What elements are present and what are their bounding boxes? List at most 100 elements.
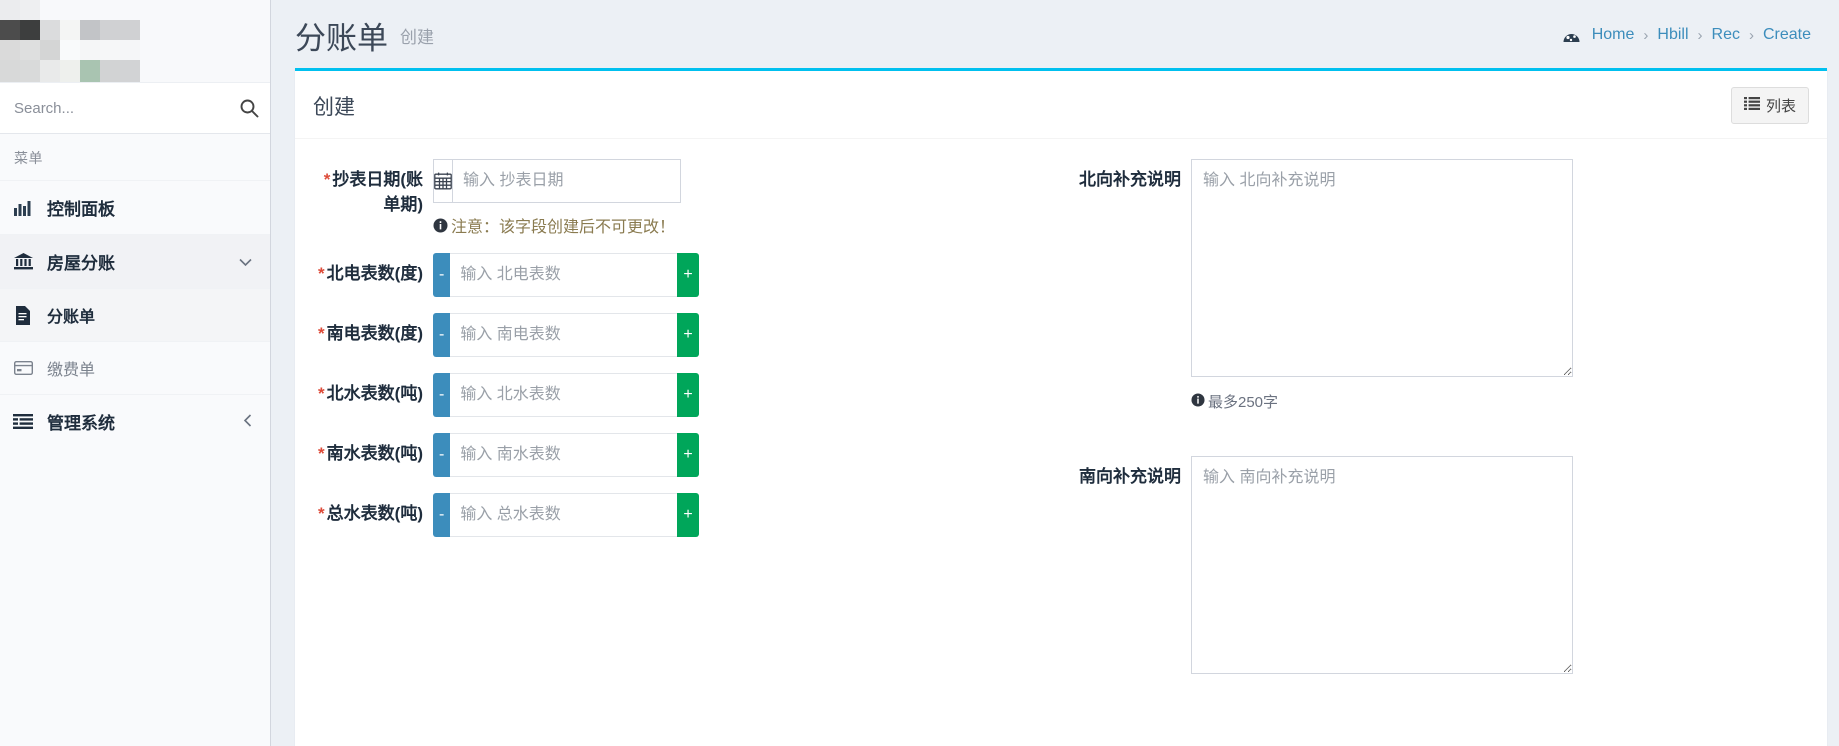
- breadcrumb-separator: ›: [1643, 26, 1649, 44]
- main-content: 分账单 创建 Home › Hbill › Rec › Create 创建 列表…: [271, 0, 1839, 746]
- sidebar-item-label: 控制面板: [47, 200, 115, 219]
- breadcrumb-item-hbill[interactable]: Hbill: [1657, 26, 1688, 44]
- form-row-meter-date: * 抄表日期(账单期) 输入 抄表日期 注意：该字段创建后不可更改！: [313, 159, 1051, 237]
- chart-bar-icon: [12, 200, 34, 216]
- form-label-north-remark: 北向补充说明: [1071, 159, 1191, 412]
- form-field-total-water: - +: [433, 493, 1051, 537]
- form-row-south-water: *南水表数(吨) - +: [313, 433, 1051, 477]
- south-remark-textarea[interactable]: [1191, 456, 1573, 674]
- decrement-button[interactable]: -: [433, 253, 451, 297]
- form-label-south-water: * 南水表数(吨): [313, 433, 433, 477]
- label-text: 抄表日期(账单期): [332, 170, 423, 214]
- form-row-north-electric: *北电表数(度) - +: [313, 253, 1051, 297]
- form-label-south-electric: * 南电表数(度): [313, 313, 433, 357]
- north-water-stepper[interactable]: - +: [433, 373, 699, 417]
- sidebar-item-label: 管理系统: [47, 414, 115, 433]
- chevron-left-icon: [243, 413, 252, 430]
- breadcrumb-item-create[interactable]: Create: [1763, 26, 1811, 44]
- list-button-label: 列表: [1765, 98, 1796, 115]
- credit-card-icon: [12, 361, 34, 375]
- label-text: 北向补充说明: [1079, 170, 1181, 189]
- dashboard-icon: [1563, 28, 1580, 43]
- north-remark-note: 最多250字: [1191, 391, 1809, 412]
- required-marker: *: [318, 384, 325, 403]
- info-circle-icon: [1191, 392, 1205, 411]
- north-electric-input[interactable]: [450, 253, 678, 297]
- form-label-south-remark: 南向补充说明: [1071, 456, 1191, 679]
- blurred-logo-mosaic: [0, 0, 140, 82]
- form-row-south-electric: *南电表数(度) - +: [313, 313, 1051, 357]
- south-electric-input[interactable]: [450, 313, 678, 357]
- date-input-group[interactable]: [433, 159, 681, 203]
- sidebar-item-split-bill[interactable]: 分账单: [0, 288, 270, 341]
- sidebar-nav: 控制面板 房屋分账 分账单 缴费单 管理系统: [0, 180, 270, 448]
- increment-button[interactable]: +: [677, 433, 699, 477]
- decrement-button[interactable]: -: [433, 373, 451, 417]
- label-text: 总水表数(吨): [326, 504, 423, 523]
- create-card: 创建 列表 * 抄表日期(账单期) 输入 抄表日期 注意：该字段创建后不可更改！…: [295, 68, 1827, 746]
- label-text: 北水表数(吨): [326, 384, 423, 403]
- north-remark-note-text: 最多250字: [1208, 394, 1279, 411]
- form-field-north-electric: - +: [433, 253, 1051, 297]
- content-header: 分账单 创建 Home › Hbill › Rec › Create: [271, 0, 1839, 68]
- south-water-input[interactable]: [450, 433, 678, 477]
- sidebar-menu-heading: 菜单: [14, 150, 43, 166]
- south-water-stepper[interactable]: - +: [433, 433, 699, 477]
- list-icon: [1743, 97, 1760, 114]
- meter-date-input[interactable]: [452, 159, 681, 203]
- sidebar-item-house-billing[interactable]: 房屋分账: [0, 234, 270, 288]
- increment-button[interactable]: +: [677, 313, 699, 357]
- list-alt-icon: [12, 414, 34, 429]
- sidebar-item-payment-bill[interactable]: 缴费单: [0, 341, 270, 394]
- north-electric-stepper[interactable]: - +: [433, 253, 699, 297]
- breadcrumb-separator: ›: [1748, 26, 1754, 44]
- form-label-meter-date: * 抄表日期(账单期): [313, 159, 433, 237]
- increment-button[interactable]: +: [677, 373, 699, 417]
- decrement-button[interactable]: -: [433, 433, 451, 477]
- form-row-south-remark: 南向补充说明: [1071, 456, 1809, 679]
- form-field-meter-date: 注意：该字段创建后不可更改！: [433, 159, 1051, 237]
- sidebar-item-label: 房屋分账: [47, 254, 115, 273]
- form-field-south-water: - +: [433, 433, 1051, 477]
- sidebar-item-management-system[interactable]: 管理系统: [0, 394, 270, 448]
- sidebar-item-label: 缴费单: [47, 362, 96, 379]
- meter-date-note: 注意：该字段创建后不可更改！: [433, 213, 1051, 237]
- bank-icon: [12, 253, 34, 270]
- breadcrumb-separator: ›: [1697, 26, 1703, 44]
- info-circle-icon: [433, 218, 448, 233]
- total-water-input[interactable]: [450, 493, 678, 537]
- decrement-button[interactable]: -: [433, 313, 451, 357]
- card-body: * 抄表日期(账单期) 输入 抄表日期 注意：该字段创建后不可更改！ * 北电表…: [295, 139, 1827, 713]
- north-remark-textarea[interactable]: [1191, 159, 1573, 377]
- chevron-down-icon: [239, 254, 252, 270]
- sidebar: 菜单 控制面板 房屋分账: [0, 0, 271, 746]
- sidebar-logo-area[interactable]: [0, 0, 270, 82]
- required-marker: *: [318, 264, 325, 283]
- page-subtitle: 创建: [400, 27, 434, 47]
- search-icon[interactable]: [227, 83, 270, 133]
- north-water-input[interactable]: [450, 373, 678, 417]
- south-electric-stepper[interactable]: - +: [433, 313, 699, 357]
- list-button[interactable]: 列表: [1730, 87, 1809, 124]
- required-marker: *: [318, 324, 325, 343]
- calendar-icon[interactable]: [433, 159, 452, 203]
- increment-button[interactable]: +: [677, 253, 699, 297]
- sidebar-item-label: 分账单: [47, 309, 96, 326]
- form-field-south-electric: - +: [433, 313, 1051, 357]
- page-title: 分账单: [295, 20, 388, 56]
- form-field-south-remark: [1191, 456, 1809, 679]
- sidebar-search[interactable]: [0, 82, 270, 134]
- sidebar-item-dashboard[interactable]: 控制面板: [0, 180, 270, 234]
- search-input[interactable]: [0, 83, 227, 133]
- decrement-button[interactable]: -: [433, 493, 451, 537]
- required-marker: *: [323, 170, 331, 189]
- increment-button[interactable]: +: [677, 493, 699, 537]
- form-field-north-remark: 最多250字: [1191, 159, 1809, 412]
- form-row-north-remark: 北向补充说明 最多250字: [1071, 159, 1809, 412]
- total-water-stepper[interactable]: - +: [433, 493, 699, 537]
- label-text: 南水表数(吨): [326, 444, 423, 463]
- meter-date-note-text: 注意：该字段创建后不可更改！: [451, 219, 676, 236]
- breadcrumb-item-home[interactable]: Home: [1592, 26, 1635, 44]
- app-root: 菜单 控制面板 房屋分账: [0, 0, 1839, 746]
- breadcrumb-item-rec[interactable]: Rec: [1712, 26, 1740, 44]
